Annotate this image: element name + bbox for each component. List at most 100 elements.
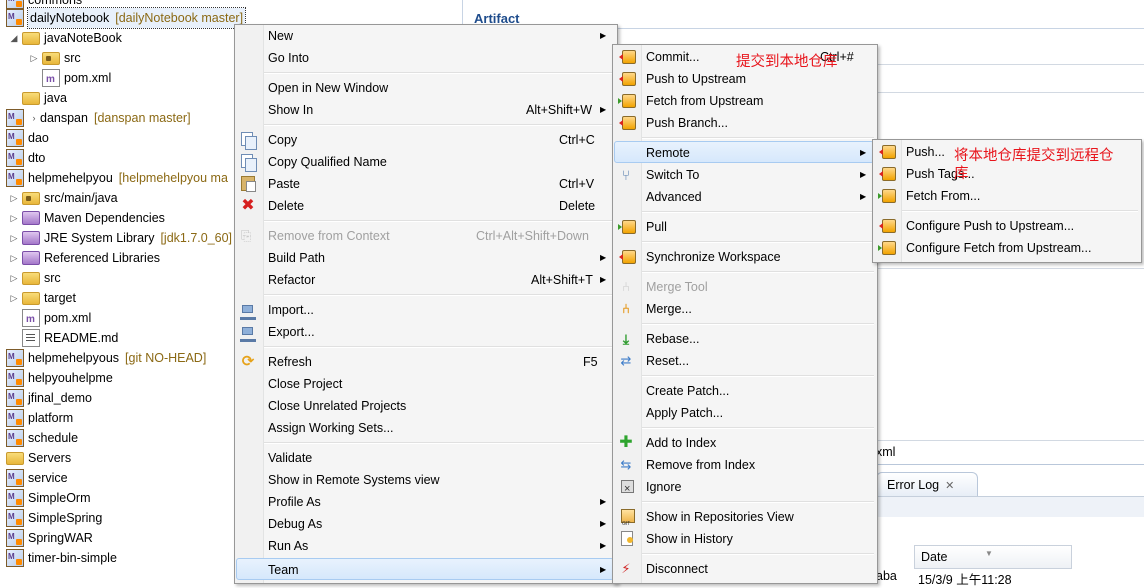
error-log-tab[interactable]: Error Log ✕ xyxy=(876,472,978,497)
menu-item-merge-tool[interactable]: ⑃ Merge Tool xyxy=(614,276,874,298)
delete-icon: ✖ xyxy=(241,197,255,214)
menu-item-merge[interactable]: ⑃ Merge... xyxy=(614,298,874,320)
xml-editor-tab[interactable]: xml xyxy=(876,442,895,462)
tree-item-helpmehelpyous[interactable]: helpmehelpyous[git NO-HEAD] xyxy=(4,347,206,368)
tree-item-javanotebook[interactable]: ◢ javaNoteBook xyxy=(8,28,122,48)
project-icon xyxy=(6,487,24,507)
tree-item-dto[interactable]: dto xyxy=(4,147,45,168)
menu-item-show-in-repositories[interactable]: Show in Repositories View xyxy=(614,506,874,535)
tree-item-src-main-java[interactable]: ▷ src/main/java xyxy=(8,188,118,208)
menu-item-synchronize[interactable]: Synchronize Workspace xyxy=(614,246,874,268)
git-repository-icon xyxy=(621,509,635,535)
submenu-arrow-icon: ▶ xyxy=(600,275,607,284)
tree-item-java[interactable]: java xyxy=(20,88,67,108)
menu-item-disconnect[interactable]: ⚡ Disconnect xyxy=(614,558,874,580)
menu-item-configure-push[interactable]: Configure Push to Upstream... xyxy=(874,215,1138,237)
menu-item-configure-fetch[interactable]: Configure Fetch from Upstream... xyxy=(874,237,1138,259)
menu-item-show-remote-systems[interactable]: Show in Remote Systems view xyxy=(236,469,614,491)
menu-item-remove-from-context[interactable]: ⎘ Remove from Context Ctrl+Alt+Shift+Dow… xyxy=(236,225,614,247)
tree-item-schedule[interactable]: schedule xyxy=(4,427,78,448)
menu-item-switch-to[interactable]: ⑂ Switch To ▶ xyxy=(614,164,874,186)
menu-item-advanced[interactable]: Advanced ▶ xyxy=(614,186,874,208)
menu-separator xyxy=(642,271,874,273)
collapsed-icon[interactable]: ▷ xyxy=(8,208,20,228)
tree-item-helpyouhelpme[interactable]: helpyouhelpme xyxy=(4,367,113,388)
collapsed-icon[interactable]: ▷ xyxy=(8,288,20,308)
switch-branch-icon: ⑂ xyxy=(621,167,631,183)
collapsed-icon[interactable]: ▷ xyxy=(8,188,20,208)
menu-item-run-as[interactable]: Run As ▶ xyxy=(236,535,614,557)
tree-item-danspan[interactable]: › danspan[danspan master] xyxy=(4,107,191,128)
submenu-arrow-icon: ▶ xyxy=(600,253,607,262)
close-icon[interactable]: ✕ xyxy=(945,480,954,492)
collapsed-icon[interactable]: ▷ xyxy=(8,228,20,248)
menu-item-remote[interactable]: Remote ▶ xyxy=(614,141,874,163)
menu-item-pull[interactable]: Pull xyxy=(614,216,874,238)
menu-item-push-tags[interactable]: Push Tags... xyxy=(874,163,1138,185)
menu-item-copy[interactable]: Copy Ctrl+C xyxy=(236,129,614,151)
tree-item-simpleorm[interactable]: SimpleOrm xyxy=(4,487,91,508)
menu-item-show-in[interactable]: Show In Alt+Shift+W ▶ xyxy=(236,99,614,121)
menu-item-push-to-upstream[interactable]: Push to Upstream xyxy=(614,68,874,90)
menu-item-refactor[interactable]: Refactor Alt+Shift+T ▶ xyxy=(236,269,614,291)
tree-item-readme[interactable]: README.md xyxy=(20,328,118,348)
menu-item-profile-as[interactable]: Profile As ▶ xyxy=(236,491,614,513)
menu-item-remove-from-index[interactable]: ⇆ Remove from Index xyxy=(614,454,874,476)
menu-item-fetch-from[interactable]: Fetch From... xyxy=(874,185,1138,207)
menu-item-export[interactable]: Export... xyxy=(236,321,614,343)
source-folder-icon xyxy=(22,191,40,205)
configure-push-icon xyxy=(879,219,896,233)
tree-item-ref-libs[interactable]: ▷ Referenced Libraries xyxy=(8,248,160,268)
menu-item-copy-qualified-name[interactable]: Copy Qualified Name xyxy=(236,151,614,173)
tree-item-dailynotebook[interactable]: dailyNotebook[dailyNotebook master] xyxy=(4,7,247,29)
menu-item-build-path[interactable]: Build Path ▶ xyxy=(236,247,614,269)
tree-item-timer-bin-simple[interactable]: timer-bin-simple xyxy=(4,547,117,568)
project-icon xyxy=(6,547,24,567)
tree-item-jfinal-demo[interactable]: jfinal_demo xyxy=(4,387,92,408)
menu-item-show-in-history[interactable]: Show in History xyxy=(614,528,874,550)
collapsed-icon[interactable]: ▷ xyxy=(8,268,20,288)
date-column-header[interactable]: ▼ Date xyxy=(914,545,1072,569)
tree-item-helpmehelpyou[interactable]: helpmehelpyou[helpmehelpyou ma xyxy=(4,167,228,188)
menu-item-apply-patch[interactable]: Apply Patch... xyxy=(614,402,874,424)
menu-item-create-patch[interactable]: Create Patch... xyxy=(614,380,874,402)
tree-item-target[interactable]: ▷ target xyxy=(8,288,76,308)
menu-item-rebase[interactable]: ⤓ Rebase... xyxy=(614,328,874,350)
menu-item-close-project[interactable]: Close Project xyxy=(236,373,614,395)
menu-item-open-new-window[interactable]: Open in New Window xyxy=(236,77,614,99)
menu-item-ignore[interactable]: Ignore xyxy=(614,476,874,500)
menu-item-push-branch[interactable]: Push Branch... xyxy=(614,112,874,134)
menu-item-delete[interactable]: ✖ Delete Delete xyxy=(236,195,614,217)
menu-item-refresh[interactable]: ⟳ Refresh F5 xyxy=(236,351,614,373)
menu-separator xyxy=(902,210,1138,212)
collapsed-icon[interactable]: ▷ xyxy=(8,248,20,268)
tree-item-dao[interactable]: dao xyxy=(4,127,49,148)
menu-item-validate[interactable]: Validate xyxy=(236,447,614,469)
divider xyxy=(876,464,1144,465)
tree-item-pom[interactable]: pom.xml xyxy=(40,68,111,90)
menu-item-fetch-from-upstream[interactable]: Fetch from Upstream xyxy=(614,90,874,112)
expanded-icon[interactable]: ◢ xyxy=(8,28,20,48)
menu-item-debug-as[interactable]: Debug As ▶ xyxy=(236,513,614,535)
menu-item-reset[interactable]: ⇄ Reset... xyxy=(614,350,874,372)
collapsed-icon[interactable]: ▷ xyxy=(28,48,40,68)
tree-item-springwar[interactable]: SpringWAR xyxy=(4,527,93,548)
tree-item-src2[interactable]: ▷ src xyxy=(8,268,61,288)
tree-item-src[interactable]: ▷ src xyxy=(28,48,81,68)
tree-item-maven-deps[interactable]: ▷ Maven Dependencies xyxy=(8,208,165,228)
menu-item-add-to-index[interactable]: ✚ Add to Index xyxy=(614,432,874,454)
tree-item-servers[interactable]: Servers xyxy=(4,448,71,468)
tree-item-simplespring[interactable]: SimpleSpring xyxy=(4,507,102,528)
tree-item-platform[interactable]: platform xyxy=(4,407,73,428)
menu-item-paste[interactable]: Paste Ctrl+V xyxy=(236,173,614,195)
menu-item-close-unrelated[interactable]: Close Unrelated Projects xyxy=(236,395,614,417)
menu-item-import[interactable]: Import... xyxy=(236,299,614,321)
menu-item-new[interactable]: New ▶ xyxy=(236,25,614,47)
tree-item-pom2[interactable]: pom.xml xyxy=(20,308,91,330)
menu-item-assign-working-sets[interactable]: Assign Working Sets... xyxy=(236,417,614,439)
menu-item-team[interactable]: Team ▶ xyxy=(236,558,614,580)
menu-item-go-into[interactable]: Go Into xyxy=(236,47,614,69)
divider xyxy=(876,440,1144,441)
tree-item-jre[interactable]: ▷ JRE System Library [jdk1.7.0_60] xyxy=(8,228,232,248)
tree-item-service[interactable]: service xyxy=(4,467,68,488)
